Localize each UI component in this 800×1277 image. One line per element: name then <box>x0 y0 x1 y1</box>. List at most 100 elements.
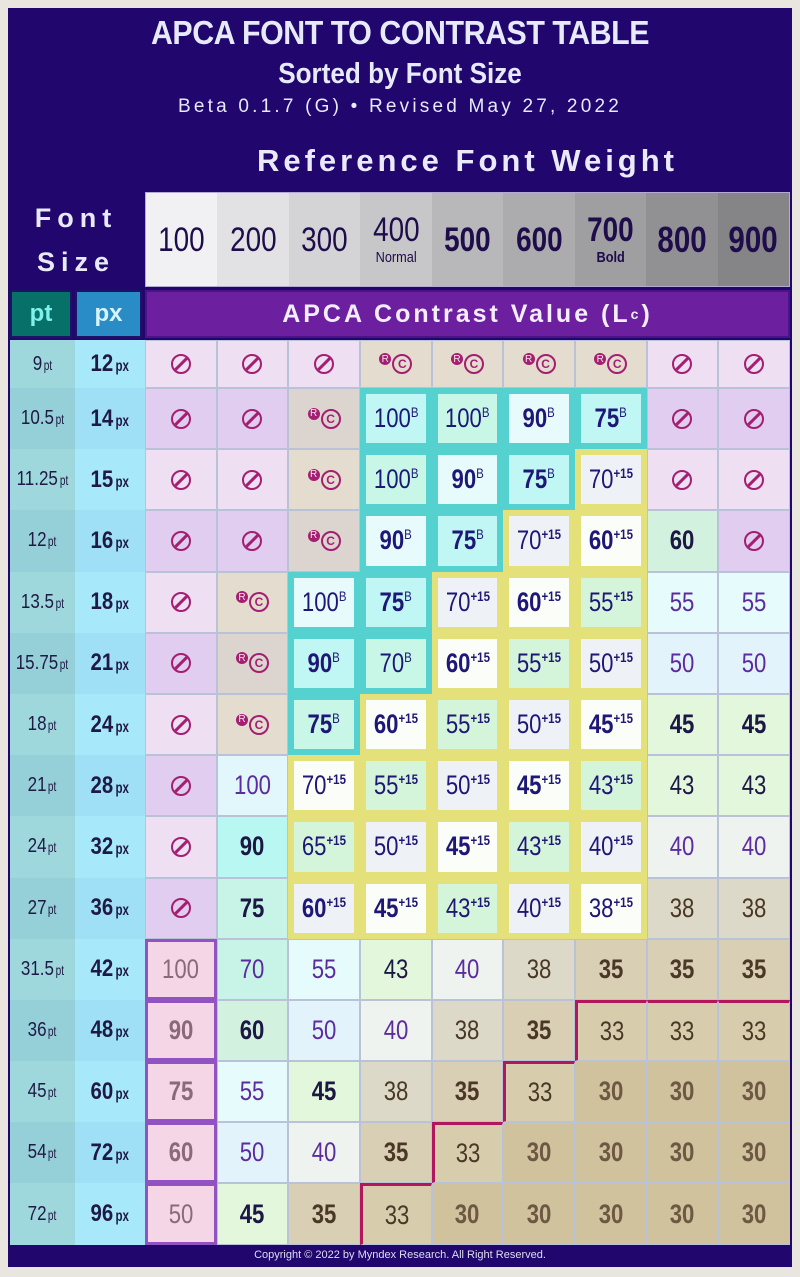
contrast-number: 50 <box>741 647 767 678</box>
contrast-value: 90 <box>169 1015 194 1046</box>
registered-icon: R <box>235 591 248 604</box>
contrast-cell: 70B <box>359 632 432 694</box>
contrast-number: 43 <box>383 953 409 984</box>
contrast-value: 30 <box>527 1199 552 1230</box>
copyright-only-icon: RC <box>235 652 269 674</box>
contrast-cell: 38 <box>718 877 790 939</box>
contrast-cell <box>216 449 289 511</box>
contrast-cell: 30 <box>431 1183 504 1245</box>
weight-value: 100 <box>158 220 205 259</box>
contrast-value: 55 <box>742 587 767 618</box>
weight-value: 600 <box>515 220 563 259</box>
contrast-number: 33 <box>670 1015 695 1046</box>
px-cell: 60 px <box>75 1061 145 1123</box>
pt-value: 21 <box>27 774 47 797</box>
contrast-number: 30 <box>741 1137 767 1168</box>
contrast-number: 30 <box>670 1198 695 1229</box>
contrast-value: 35 <box>670 954 695 985</box>
contrast-value: 43 <box>383 954 408 985</box>
contrast-number: 30 <box>670 1076 695 1107</box>
pt-cell: 27 pt <box>10 877 75 939</box>
contrast-cell: RC <box>359 340 432 388</box>
contrast-cell: 45 <box>646 693 719 756</box>
contrast-value: 75 <box>169 1076 194 1107</box>
table-row: 9 pt 12 px R C R C R C R C <box>10 340 790 388</box>
pt-value: 13.5 <box>20 590 54 613</box>
contrast-value: 70+15 <box>302 770 346 801</box>
contrast-cell <box>718 340 790 388</box>
contrast-value: 55+15 <box>589 587 633 618</box>
prohibited-icon <box>672 408 693 429</box>
contrast-value: 55 <box>312 954 337 985</box>
contrast-value: 75 <box>240 893 265 924</box>
contrast-cell <box>718 449 790 511</box>
contrast-value: 75B <box>451 525 483 556</box>
body-text-marker: B <box>332 710 341 727</box>
contrast-value: 70B <box>380 648 412 679</box>
prohibited-icon <box>170 354 191 374</box>
contrast-number: 40 <box>670 831 695 862</box>
plus-15-marker: +15 <box>470 587 490 604</box>
pt-unit: pt <box>55 594 64 611</box>
plus-15-marker: +15 <box>541 893 562 910</box>
contrast-number: 50 <box>373 831 399 862</box>
contrast-value: 90 <box>240 831 265 862</box>
contrast-cell <box>288 340 360 388</box>
reference-font-weight-label: Reference Font Weight <box>256 143 679 178</box>
contrast-value: 50+15 <box>374 831 418 862</box>
px-unit: px <box>115 718 129 736</box>
contrast-number: 60 <box>302 892 327 923</box>
contrast-value: 35 <box>383 1137 408 1168</box>
contrast-cell: 50+15 <box>503 693 575 756</box>
pt-cell: 10.5 pt <box>10 388 75 450</box>
contrast-cell: RC <box>288 510 360 572</box>
contrast-cell: 60 <box>646 510 719 572</box>
contrast-cell <box>145 388 217 450</box>
contrast-value: 45+15 <box>517 770 561 801</box>
registered-icon: R <box>379 353 392 365</box>
table-row: 11.25 pt 15 px R C 100B 90B 75B 70+15 <box>10 449 790 511</box>
contrast-cell: 90B <box>503 388 575 450</box>
pt-unit: pt <box>48 839 57 856</box>
contrast-number: 43 <box>741 770 767 801</box>
copyright-footer: Copyright © 2022 by Myndex Research. All… <box>254 1249 546 1261</box>
contrast-cell: 38 <box>431 999 504 1062</box>
px-value: 48 <box>90 1016 113 1044</box>
px-cell: 16 px <box>75 510 145 572</box>
contrast-cell: 35 <box>718 938 790 1000</box>
contrast-value: 35 <box>312 1199 337 1230</box>
contrast-number: 75 <box>451 525 476 556</box>
contrast-number: 38 <box>741 892 767 923</box>
contrast-value: 43 <box>742 770 767 801</box>
px-unit: px <box>115 1085 129 1103</box>
pt-value: 9 <box>32 352 42 375</box>
px-value: 24 <box>90 710 113 738</box>
contrast-cell: 30 <box>718 1061 790 1123</box>
contrast-cell: 45 <box>718 693 790 756</box>
contrast-number: 38 <box>526 953 552 984</box>
px-unit: px <box>115 963 129 981</box>
table-row: 10.5 pt 14 px R C 100B 100B 90B 75B <box>10 388 790 450</box>
table-row: 27 pt 36 px 75 60+15 45+15 43+15 40+15 38+15 38 38 <box>10 877 790 939</box>
apca-header-text: APCA Contrast Value (L <box>282 299 631 328</box>
contrast-value: 60 <box>240 1015 265 1046</box>
contrast-cell: 38 <box>359 1061 432 1123</box>
contrast-value: 70+15 <box>445 587 489 618</box>
contrast-cell <box>145 449 217 511</box>
contrast-cell: 38+15 <box>574 877 647 939</box>
px-unit: px <box>115 473 129 491</box>
contrast-cell: 45+15 <box>431 816 504 878</box>
contrast-cell: 55 <box>646 571 719 633</box>
px-unit: px <box>115 358 129 375</box>
plus-15-marker: +15 <box>613 526 633 543</box>
contrast-number: 40 <box>455 953 480 984</box>
contrast-number: 55 <box>373 770 399 801</box>
contrast-value: 60 <box>670 525 695 556</box>
contrast-cell: 43 <box>359 938 432 1000</box>
contrast-cell: RC <box>503 340 575 388</box>
contrast-cell: 70+15 <box>503 510 575 572</box>
contrast-cell: 33 <box>431 1122 504 1184</box>
copyright-icon: C <box>248 592 269 613</box>
contrast-cell <box>145 340 217 388</box>
contrast-number: 45 <box>311 1076 337 1107</box>
